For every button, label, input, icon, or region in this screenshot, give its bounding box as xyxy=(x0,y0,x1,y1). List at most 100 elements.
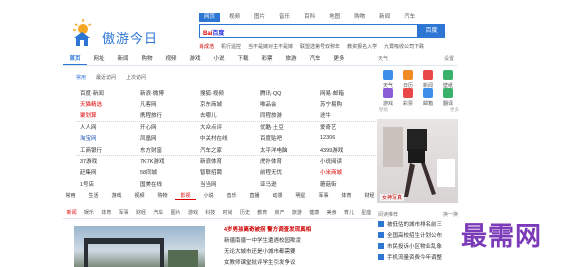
refresh-link[interactable]: 换一换 xyxy=(443,211,458,220)
site-link[interactable]: 亚马逊 xyxy=(256,180,316,188)
news-tab[interactable]: 旅游 xyxy=(288,209,305,218)
nav-item[interactable]: 新闻 xyxy=(111,54,135,65)
site-link[interactable]: 太平洋电脑 xyxy=(256,146,316,154)
search-button[interactable]: 百度 xyxy=(418,24,445,38)
category-tab[interactable]: 影视 xyxy=(175,192,196,200)
search-tab[interactable]: 图片 xyxy=(249,13,270,22)
category-tab[interactable]: 视频 xyxy=(129,192,150,200)
news-tab[interactable]: 健康 xyxy=(306,209,323,218)
news-tab[interactable]: 科技 xyxy=(202,209,219,218)
feature-photo[interactable]: 女神写真 xyxy=(377,119,458,203)
site-link[interactable]: 当当网 xyxy=(196,180,256,188)
nav-item[interactable]: 游戏 xyxy=(183,54,207,65)
site-link[interactable]: 凡客网 xyxy=(136,100,196,108)
site-link[interactable]: 网易·邮箱 xyxy=(316,89,376,97)
news-tab[interactable]: 军事 xyxy=(115,209,132,218)
news-tab[interactable]: 育儿 xyxy=(340,209,357,218)
search-input[interactable]: Bai百度 xyxy=(199,24,418,38)
quick-icon-item[interactable]: 天气 xyxy=(378,70,398,89)
site-link[interactable]: 唯品会 xyxy=(256,100,316,108)
search-tab[interactable]: 地图 xyxy=(324,13,345,22)
news-tab[interactable]: 新闻 xyxy=(63,209,80,218)
news-tab[interactable]: 时尚 xyxy=(219,209,236,218)
tab-common[interactable]: 常用 xyxy=(76,74,86,81)
quick-icon-item[interactable]: 邮箱 xyxy=(418,88,438,107)
category-tab[interactable]: 小说 xyxy=(198,192,219,200)
search-tab[interactable]: 网页 xyxy=(199,13,221,22)
site-link[interactable]: 优酷·土豆 xyxy=(256,123,316,131)
site-link[interactable]: 小说阅读 xyxy=(316,157,376,165)
news-tab[interactable]: 娱乐 xyxy=(80,209,97,218)
news-tab[interactable]: 美食 xyxy=(323,209,340,218)
news-tab[interactable]: 游戏 xyxy=(184,209,201,218)
nav-item[interactable]: 小说 xyxy=(207,54,231,65)
site-link[interactable]: 东方财富 xyxy=(136,146,196,154)
site-link[interactable]: 凤凰网 xyxy=(136,134,196,142)
site-link[interactable]: 7K7K游戏 xyxy=(136,157,196,165)
hot-keyword[interactable]: 肖成浩 xyxy=(199,43,214,50)
news-item[interactable]: 女教师课堂批评学生引发争议 xyxy=(224,258,374,267)
quick-icon-item[interactable]: 游戏 xyxy=(378,88,398,107)
site-link[interactable]: 新浪·微博 xyxy=(136,89,196,97)
search-tab[interactable]: 汽车 xyxy=(399,13,420,22)
site-link[interactable]: 腾讯·QQ xyxy=(256,89,316,97)
nav-item[interactable]: 网址 xyxy=(87,54,111,65)
site-link[interactable]: 人人网 xyxy=(76,123,136,131)
list-item[interactable]: 市民投诉小区物业乱象 xyxy=(378,242,458,253)
quick-icon-item[interactable]: 彩票 xyxy=(398,88,418,107)
news-tab[interactable]: 体育 xyxy=(98,209,115,218)
category-tab[interactable]: 生活 xyxy=(83,192,104,200)
site-link[interactable]: 工商银行 xyxy=(76,146,136,154)
news-tab[interactable]: 星座 xyxy=(358,209,375,218)
nav-item[interactable]: 视频 xyxy=(159,54,183,65)
nav-item[interactable]: 旅游 xyxy=(279,54,303,65)
site-link[interactable]: 携程旅行 xyxy=(136,111,196,119)
nav-item[interactable]: 首页 xyxy=(63,54,87,65)
site-link[interactable]: 百度贴吧 xyxy=(256,134,316,142)
category-tab[interactable]: 直播 xyxy=(244,192,265,200)
news-tab[interactable]: 历史 xyxy=(236,209,253,218)
category-tab[interactable]: 常用 xyxy=(60,192,81,200)
hot-keyword[interactable]: 九霄吸收公司下跌 xyxy=(384,43,424,50)
site-link[interactable]: 中关村在线 xyxy=(196,134,256,142)
nav-item[interactable]: 汽车 xyxy=(303,54,327,65)
category-tab[interactable]: 体育 xyxy=(336,192,357,200)
category-tab[interactable]: 游戏 xyxy=(106,192,127,200)
site-link[interactable]: 搜狐·视频 xyxy=(196,89,256,97)
tab-last[interactable]: 上次访问 xyxy=(126,74,146,81)
category-tab[interactable]: 军事 xyxy=(313,192,334,200)
site-link[interactable]: 蘑菇街 xyxy=(316,180,376,188)
site-link[interactable]: 百度·新闻 xyxy=(76,89,136,97)
list-item[interactable]: 手机流量资费今年调整 xyxy=(378,253,458,264)
category-tab[interactable]: 音乐 xyxy=(221,192,242,200)
site-link[interactable]: 37游戏 xyxy=(76,157,136,165)
nav-item[interactable]: 购物 xyxy=(135,54,159,65)
quick-icon-item[interactable]: 日历 xyxy=(398,70,418,89)
hot-keyword[interactable]: 教资报名入学 xyxy=(347,43,377,50)
site-link[interactable]: 聚划算 xyxy=(76,111,136,119)
site-link[interactable]: 淘宝网 xyxy=(76,134,136,142)
nav-item[interactable]: 更多 xyxy=(327,54,351,65)
site-link[interactable]: 4399游戏 xyxy=(316,146,376,154)
news-tab[interactable]: 财经 xyxy=(132,209,149,218)
quick-icon-item[interactable]: 壁纸 xyxy=(438,70,458,89)
category-tab[interactable]: 购物 xyxy=(152,192,173,200)
site-link[interactable]: 天猫精选 xyxy=(76,100,136,108)
news-tab[interactable]: 教育 xyxy=(254,209,271,218)
search-engine-logo[interactable]: Bai百度 xyxy=(203,28,224,37)
site-link[interactable]: 智联招聘 xyxy=(196,168,256,176)
site-link[interactable]: 开心网 xyxy=(136,123,196,131)
quick-icon-item[interactable]: 翻译 xyxy=(438,88,458,107)
wallpaper-link[interactable]: 壁纸 xyxy=(379,107,388,115)
search-tab[interactable]: 购物 xyxy=(349,13,370,22)
site-link[interactable]: 汽车之家 xyxy=(196,146,256,154)
site-link[interactable]: 京东商城 xyxy=(196,100,256,108)
tab-recent[interactable]: 最近访问 xyxy=(96,74,116,81)
search-tab[interactable]: 百科 xyxy=(299,13,320,22)
category-tab[interactable]: 明星 xyxy=(290,192,311,200)
site-link[interactable]: 途牛 xyxy=(316,111,376,119)
site-link[interactable]: 赶集网 xyxy=(76,168,136,176)
news-tab[interactable]: 房产 xyxy=(271,209,288,218)
weather-link[interactable]: 天气 xyxy=(378,54,388,65)
site-link[interactable]: 爱奇艺 xyxy=(316,123,376,131)
